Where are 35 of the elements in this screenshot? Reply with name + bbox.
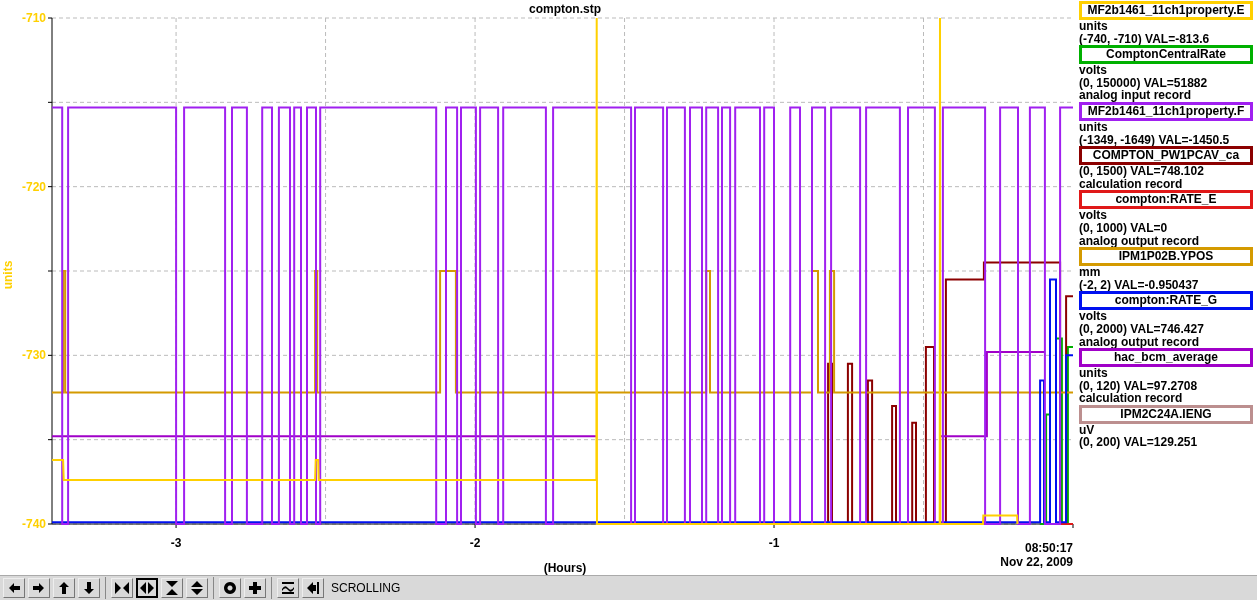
units-text: units (1079, 367, 1109, 380)
y-tick-label: -730 (21, 348, 46, 363)
range-value-text: (0, 1500) VAL=748.102 (1079, 165, 1205, 178)
range-value-text: (-740, -710) VAL=-813.6 (1079, 32, 1211, 46)
range-value-text: (-2, 2) VAL=-0.950437 (1079, 278, 1200, 292)
y-tick-label: -740 (21, 517, 46, 531)
time-label: 08:50:17 (1024, 541, 1073, 555)
x-tick-label: -1 (768, 536, 780, 550)
units-text: mm (1079, 266, 1102, 279)
chart-title: compton.stp (529, 2, 601, 16)
units-text: volts (1079, 310, 1108, 323)
units-text: volts (1079, 209, 1108, 222)
date-label: Nov 22, 2009 (1000, 555, 1073, 569)
units-text: units (1079, 20, 1109, 33)
y-tick-label: -710 (21, 11, 46, 25)
range-value-text: (0, 150000) VAL=51882 (1079, 76, 1209, 90)
units-text: units (1079, 120, 1109, 134)
range-value-text: (0, 200) VAL=129.251 (1079, 436, 1199, 450)
record-type-text: calculation record (1079, 177, 1184, 191)
y-axis-label: units (1, 260, 15, 290)
record-type-text: analog input record (1079, 89, 1192, 102)
mode-status-text: SCROLLING (331, 581, 401, 595)
record-type-text: calculation record (1079, 392, 1184, 405)
units-text: volts (1079, 64, 1108, 77)
x-tick-label: -3 (170, 536, 182, 550)
range-value-text: (0, 120) VAL=97.2708 (1079, 379, 1199, 393)
record-type-text: analog output record (1079, 335, 1200, 349)
range-value-text: (0, 1000) VAL=0 (1079, 221, 1169, 235)
x-tick-label: -2 (469, 536, 481, 550)
range-value-text: (0, 2000) VAL=746.427 (1079, 322, 1205, 336)
range-value-text: (-1349, -1649) VAL=-1450.5 (1079, 133, 1231, 147)
units-text: uV (1079, 423, 1096, 437)
record-type-text: analog output record (1079, 234, 1200, 248)
y-tick-label: -720 (21, 179, 46, 194)
x-axis-label: (Hours) (543, 561, 587, 575)
